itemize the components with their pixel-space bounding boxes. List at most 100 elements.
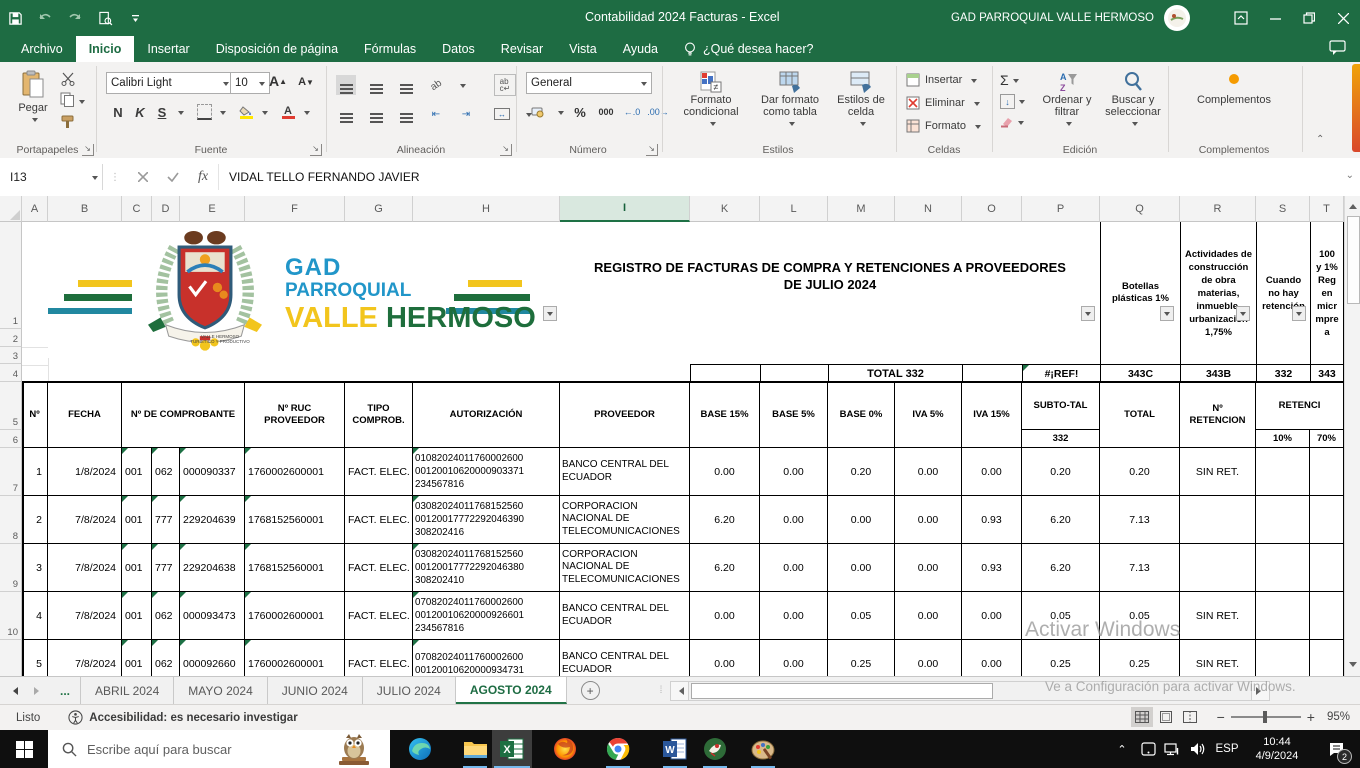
alignment-dialog-launcher[interactable]: ↘ — [500, 144, 512, 156]
sheet-tab-mayo[interactable]: MAYO 2024 — [174, 677, 268, 704]
delete-cells-button[interactable]: Eliminar — [906, 96, 980, 110]
close-button[interactable] — [1326, 0, 1360, 36]
cell[interactable]: 1760002600001 — [245, 592, 345, 640]
zoom-out-button[interactable]: − — [1217, 709, 1225, 725]
row-header-8[interactable]: 8 — [0, 496, 22, 544]
enter-entry-icon[interactable] — [158, 162, 188, 192]
cell[interactable]: 0.00 — [962, 592, 1022, 640]
cell-O4[interactable] — [962, 364, 1022, 382]
q1-filter-dropdown[interactable] — [1160, 306, 1174, 321]
quick-access-customize-icon[interactable] — [120, 3, 150, 33]
language-indicator[interactable]: ESP — [1212, 730, 1242, 768]
network-icon[interactable] — [1160, 730, 1184, 768]
col-header-S[interactable]: S — [1256, 196, 1310, 222]
cell[interactable]: 001 — [122, 592, 152, 640]
firefox-icon[interactable] — [550, 730, 580, 768]
tray-device-icon[interactable] — [1136, 730, 1160, 768]
cell[interactable]: 6.20 — [690, 544, 760, 592]
sheet-tab-agosto[interactable]: AGOSTO 2024 — [455, 677, 567, 704]
comments-icon[interactable] — [1329, 40, 1346, 59]
cell[interactable] — [1180, 544, 1256, 592]
cell[interactable]: SIN RET. — [1180, 592, 1256, 640]
avatar[interactable] — [1164, 5, 1190, 31]
cell[interactable]: 1768152560001 — [245, 496, 345, 544]
tray-chevron-icon[interactable]: ⌃ — [1110, 730, 1134, 768]
cell[interactable]: 229204639 — [180, 496, 245, 544]
cell[interactable]: 0.93 — [962, 544, 1022, 592]
bird-app-icon[interactable] — [700, 730, 730, 768]
cell[interactable]: 001 — [122, 448, 152, 496]
tab-datos[interactable]: Datos — [429, 36, 488, 62]
col-header-R[interactable]: R — [1180, 196, 1256, 222]
cell[interactable]: 0.93 — [962, 496, 1022, 544]
new-sheet-button[interactable]: + — [580, 681, 600, 700]
cell[interactable]: 0.00 — [690, 592, 760, 640]
cell[interactable]: 7/8/2024 — [48, 496, 122, 544]
increase-decimal-button[interactable]: ←.0 — [622, 102, 642, 122]
cell[interactable]: 0.00 — [760, 496, 828, 544]
cell[interactable]: CORPORACION NACIONAL DE TELECOMUNICACION… — [560, 544, 690, 592]
font-color-button[interactable]: A — [278, 102, 298, 122]
cell[interactable]: FACT. ELEC. — [345, 448, 413, 496]
decrease-indent-button[interactable]: ⇤ — [426, 104, 446, 124]
paint-icon[interactable] — [748, 730, 778, 768]
align-middle-button[interactable] — [366, 75, 386, 95]
find-select-button[interactable]: Buscar y seleccionar — [1102, 70, 1164, 129]
cell[interactable] — [1310, 496, 1344, 544]
cell[interactable]: 062 — [152, 592, 180, 640]
row-header-9[interactable]: 9 — [0, 544, 22, 592]
sheet-tab-julio[interactable]: JULIO 2024 — [363, 677, 456, 704]
tell-me-search[interactable]: ¿Qué desea hacer? — [671, 36, 827, 62]
copy-icon[interactable] — [60, 92, 85, 110]
zoom-level[interactable]: 95% — [1327, 711, 1350, 723]
accessibility-status[interactable]: Accesibilidad: es necesario investigar — [89, 712, 297, 724]
cell[interactable]: BANCO CENTRAL DEL ECUADOR — [560, 640, 690, 676]
cell[interactable] — [1256, 544, 1310, 592]
cell-S4[interactable]: 332 — [1256, 364, 1310, 382]
clock[interactable]: 10:44 4/9/2024 — [1246, 730, 1308, 768]
word-icon[interactable]: W — [660, 730, 690, 768]
minimize-button[interactable] — [1258, 0, 1292, 36]
vertical-scrollbar[interactable] — [1344, 196, 1360, 676]
normal-view-icon[interactable] — [1130, 707, 1153, 727]
cell[interactable]: 0.00 — [895, 544, 962, 592]
col-header-A[interactable]: A — [22, 196, 48, 222]
restore-button[interactable] — [1292, 0, 1326, 36]
cell[interactable]: 0.00 — [895, 640, 962, 676]
print-preview-icon[interactable] — [90, 3, 120, 33]
orientation-button[interactable]: ab — [422, 71, 450, 99]
cell-Q4[interactable]: 343C — [1100, 364, 1180, 382]
cell[interactable]: 03082024011768152560 0012001777229204639… — [413, 496, 560, 544]
font-name-select[interactable]: Calibri Light — [106, 72, 234, 94]
col-header-Q[interactable]: Q — [1100, 196, 1180, 222]
col-header-N[interactable]: N — [895, 196, 962, 222]
cell-styles-button[interactable]: Estilos de celda — [832, 70, 890, 129]
report-title-cell[interactable]: REGISTRO DE FACTURAS DE COMPRA Y RETENCI… — [560, 222, 1100, 329]
col-header-G[interactable]: G — [345, 196, 413, 222]
logo-cell-filter-dropdown[interactable] — [543, 306, 557, 321]
th-num-retencion[interactable]: Nº RETENCION — [1180, 382, 1256, 448]
th-base0[interactable]: BASE 0% — [828, 382, 895, 448]
th-iva15[interactable]: IVA 15% — [962, 382, 1022, 448]
th-base15[interactable]: BASE 15% — [690, 382, 760, 448]
fill-button[interactable]: ↓ — [1000, 94, 1025, 109]
cell[interactable]: 001 — [122, 640, 152, 676]
cell[interactable]: 7/8/2024 — [48, 544, 122, 592]
autosum-button[interactable]: Σ — [1000, 72, 1019, 88]
cell[interactable]: 0.00 — [828, 496, 895, 544]
page-break-view-icon[interactable] — [1179, 707, 1201, 727]
tab-disposicion[interactable]: Disposición de página — [203, 36, 351, 62]
row-header-1[interactable]: 1 — [0, 222, 22, 329]
col-header-T[interactable]: T — [1310, 196, 1344, 222]
cell[interactable]: 000092660 — [180, 640, 245, 676]
cell[interactable]: 0.00 — [962, 448, 1022, 496]
cell[interactable]: FACT. ELEC. — [345, 544, 413, 592]
row-header-11[interactable]: 11 — [0, 640, 22, 676]
cell[interactable]: 5 — [22, 640, 48, 676]
accounting-format-button[interactable] — [528, 102, 548, 122]
cell[interactable]: SIN RET. — [1180, 640, 1256, 676]
cell-total-332[interactable]: TOTAL 332 — [828, 364, 962, 382]
cell-L4[interactable] — [760, 364, 828, 382]
volume-icon[interactable] — [1186, 730, 1210, 768]
align-left-button[interactable] — [336, 104, 356, 124]
